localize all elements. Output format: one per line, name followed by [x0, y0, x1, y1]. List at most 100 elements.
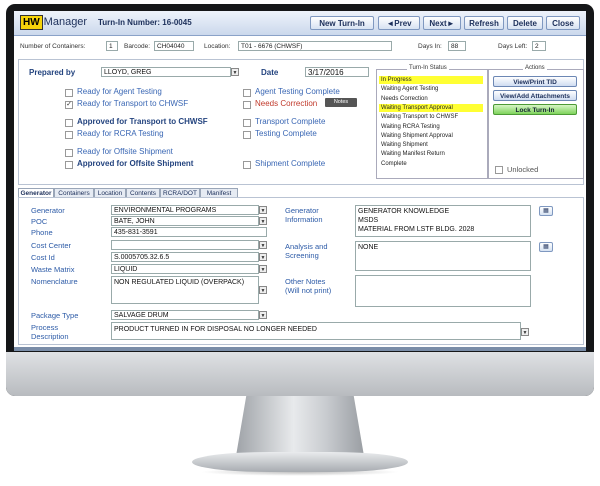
date-label: Date: [261, 68, 279, 77]
chevron-down-icon[interactable]: ▼: [259, 206, 267, 214]
description-label: Description: [31, 332, 69, 341]
chevron-down-icon[interactable]: ▼: [231, 68, 239, 76]
rcra-testing-checkbox[interactable]: [65, 131, 73, 139]
turnin-number: Turn-In Number: 16-0045: [98, 18, 192, 27]
logo-hw: HW: [20, 15, 43, 30]
cost-center-field[interactable]: [111, 240, 259, 250]
information-label: Information: [285, 215, 323, 224]
days-in-label: Days In:: [418, 43, 442, 50]
will-not-print-label: (Will not print): [285, 286, 332, 295]
gen-info-line: MSDS: [358, 217, 379, 224]
testing-complete-checkbox[interactable]: [243, 131, 251, 139]
cost-id-label: Cost Id: [31, 253, 55, 262]
approved-offsite-label: Approved for Offsite Shipment: [77, 159, 194, 168]
needs-correction-label: Needs Correction: [255, 99, 318, 108]
generator-info-label: Generator: [285, 206, 319, 215]
poc-field[interactable]: BATE, JOHN: [111, 216, 259, 226]
chevron-down-icon[interactable]: ▼: [259, 311, 267, 319]
agent-testing-checkbox[interactable]: [65, 89, 73, 97]
generator-label: Generator: [31, 206, 65, 215]
chevron-down-icon[interactable]: ▼: [259, 265, 267, 273]
phone-field[interactable]: 435-831-3591: [111, 227, 267, 237]
chevron-down-icon[interactable]: ▼: [259, 253, 267, 261]
prepared-by-label: Prepared by: [29, 68, 76, 77]
status-item[interactable]: Waiting RCRA Testing: [379, 123, 483, 131]
location-field[interactable]: T01 - 6676 (CHWSF): [238, 41, 392, 51]
chevron-down-icon[interactable]: ▼: [259, 286, 267, 294]
notes-button[interactable]: Notes: [325, 98, 357, 107]
agent-testing-complete-label: Agent Testing Complete: [255, 87, 340, 96]
delete-button[interactable]: Delete: [507, 16, 543, 30]
prev-button[interactable]: ◄Prev: [378, 16, 420, 30]
chevron-down-icon[interactable]: ▼: [259, 241, 267, 249]
approved-offsite-checkbox[interactable]: [65, 161, 73, 169]
shipment-complete-checkbox[interactable]: [243, 161, 251, 169]
waste-matrix-field[interactable]: LIQUID: [111, 264, 259, 274]
containers-field[interactable]: 1: [106, 41, 118, 51]
next-button[interactable]: Next►: [423, 16, 461, 30]
waste-matrix-label: Waste Matrix: [31, 265, 75, 274]
monitor-stand-foot: [192, 452, 408, 472]
new-turnin-button[interactable]: New Turn-In: [310, 16, 374, 30]
phone-label: Phone: [31, 228, 53, 237]
needs-correction-checkbox[interactable]: [243, 101, 251, 109]
status-item[interactable]: Waiting Shipment: [379, 141, 483, 149]
unlocked-label: Unlocked: [507, 165, 539, 174]
status-item[interactable]: Waiting Transport to CHWSF: [379, 113, 483, 121]
cost-id-field[interactable]: S.0005705.32.6.5: [111, 252, 259, 262]
date-field[interactable]: 3/17/2016: [305, 67, 369, 77]
approved-transport-checkbox[interactable]: [65, 119, 73, 127]
location-label: Location:: [204, 43, 231, 50]
generator-field[interactable]: ENVIRONMENTAL PROGRAMS: [111, 205, 259, 215]
barcode-field[interactable]: CH04040: [154, 41, 194, 51]
days-in-field: 88: [448, 41, 466, 51]
other-notes-label: Other Notes: [285, 277, 326, 286]
poc-label: POC: [31, 217, 48, 226]
screen: HW Manager Turn-In Number: 16-0045 New Tu…: [14, 11, 586, 351]
status-item[interactable]: Waiting Manifest Return: [379, 150, 483, 158]
close-button[interactable]: Close: [546, 16, 580, 30]
analysis-screening-field[interactable]: NONE: [355, 241, 531, 271]
status-item[interactable]: Needs Correction: [379, 95, 483, 103]
actions-title: Actions: [523, 65, 547, 71]
chevron-down-icon[interactable]: ▼: [259, 217, 267, 225]
status-item[interactable]: In Progress: [379, 76, 483, 84]
package-type-label: Package Type: [31, 311, 79, 320]
refresh-button[interactable]: Refresh: [464, 16, 504, 30]
lookup-icon[interactable]: ▦: [539, 242, 553, 252]
status-item[interactable]: Waiting Shipment Approval: [379, 132, 483, 140]
agent-testing-label: Ready for Agent Testing: [77, 87, 162, 96]
status-item[interactable]: Waiting Transport Approval: [379, 103, 483, 112]
prepared-by-field[interactable]: LLOYD, GREG: [101, 67, 231, 77]
lock-turnin-button[interactable]: Lock Turn-In: [493, 104, 577, 115]
unlocked-checkbox[interactable]: [495, 166, 503, 174]
transport-chwsf-checkbox[interactable]: ✓: [65, 101, 73, 109]
transport-chwsf-label: Ready for Transport to CHWSF: [77, 99, 189, 108]
process-description-field[interactable]: PRODUCT TURNED IN FOR DISPOSAL NO LONGER…: [111, 322, 521, 340]
nomenclature-label: Nomenclature: [31, 277, 78, 286]
offsite-shipment-label: Ready for Offsite Shipment: [77, 147, 173, 156]
cost-center-label: Cost Center: [31, 241, 72, 250]
containers-label: Number of Containers:: [20, 43, 86, 50]
process-label: Process: [31, 323, 59, 332]
package-type-field[interactable]: SALVAGE DRUM: [111, 310, 259, 320]
generator-information-field[interactable]: GENERATOR KNOWLEDGE MSDS MATERIAL FROM L…: [355, 205, 531, 237]
lookup-icon[interactable]: ▦: [539, 206, 553, 216]
analysis-label: Analysis and: [285, 242, 328, 251]
view-add-attachments-button[interactable]: View/Add Attachments: [493, 90, 577, 101]
view-print-tid-button[interactable]: View/Print TID: [493, 76, 577, 87]
agent-testing-complete-checkbox[interactable]: [243, 89, 251, 97]
actions-group: Actions View/Print TID View/Add Attachme…: [488, 65, 584, 179]
offsite-shipment-checkbox[interactable]: [65, 149, 73, 157]
status-item[interactable]: Waiting Agent Testing: [379, 85, 483, 93]
status-item[interactable]: Complete: [379, 160, 483, 168]
transport-complete-checkbox[interactable]: [243, 119, 251, 127]
approved-transport-label: Approved for Transport to CHWSF: [77, 117, 208, 126]
screening-label: Screening: [285, 251, 319, 260]
chevron-down-icon[interactable]: ▼: [521, 328, 529, 336]
turnin-status-title: Turn-In Status: [407, 65, 449, 71]
gen-info-line: MATERIAL FROM LSTF BLDG. 2028: [358, 226, 475, 233]
other-notes-field[interactable]: [355, 275, 531, 307]
nomenclature-field[interactable]: NON REGULATED LIQUID (OVERPACK): [111, 276, 259, 304]
transport-complete-label: Transport Complete: [255, 117, 326, 126]
